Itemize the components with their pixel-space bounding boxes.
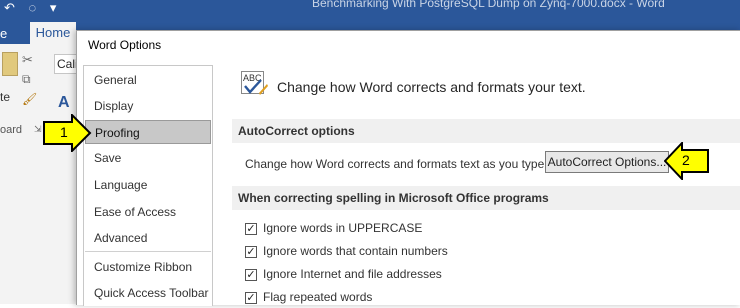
autocorrect-description: Change how Word corrects and formats tex… — [245, 157, 548, 171]
dialog-launcher-icon[interactable]: ⇲ — [34, 124, 42, 135]
sidebar-item-display[interactable]: Display — [85, 94, 211, 118]
autocorrect-section-header: AutoCorrect options — [232, 119, 740, 143]
font-color-icon[interactable]: A — [58, 94, 70, 112]
ignore-internet-checkbox[interactable]: ✓ — [245, 269, 257, 281]
proofing-content: ABC Change how Word corrects and formats… — [227, 65, 740, 305]
callout-1-arrow: 1 — [42, 112, 92, 154]
sidebar-divider — [85, 251, 211, 252]
sidebar-item-language[interactable]: Language — [85, 173, 211, 197]
tab-home[interactable]: Home — [30, 22, 76, 44]
spelling-section-header: When correcting spelling in Microsoft Of… — [232, 186, 740, 210]
dialog-title: Word Options — [88, 38, 162, 52]
spelling-abc-check-icon: ABC — [241, 71, 269, 97]
ribbon-clipboard-group: te ✂ ⧉ 🖌 oard ⇲ Cali A — [0, 44, 88, 304]
callout-1-number: 1 — [60, 124, 68, 140]
redo-icon[interactable]: ◌ — [29, 0, 37, 15]
sidebar-item-proofing[interactable]: Proofing — [85, 120, 211, 144]
word-title-bar: ↶ ◌ ▾ Benchmarking With PostgreSQL Dump … — [0, 0, 740, 22]
ignore-numbers-label[interactable]: Ignore words that contain numbers — [263, 244, 448, 258]
undo-icon[interactable]: ↶ — [4, 0, 15, 16]
copy-icon[interactable]: ⧉ — [22, 72, 31, 87]
flag-repeated-label[interactable]: Flag repeated words — [263, 290, 372, 304]
sidebar-item-save[interactable]: Save — [85, 146, 211, 170]
format-painter-icon[interactable]: 🖌 — [22, 92, 37, 106]
options-sidebar: General Display Proofing Save Language E… — [83, 65, 213, 306]
ignore-numbers-checkbox[interactable]: ✓ — [245, 246, 257, 258]
ignore-uppercase-label[interactable]: Ignore words in UPPERCASE — [263, 221, 422, 235]
customize-qat-icon[interactable]: ▾ — [50, 0, 57, 16]
paste-label[interactable]: te — [0, 90, 10, 104]
sidebar-item-quick-access-toolbar[interactable]: Quick Access Toolbar — [85, 281, 211, 305]
sidebar-item-general[interactable]: General — [85, 68, 211, 92]
ignore-internet-label[interactable]: Ignore Internet and file addresses — [263, 267, 442, 281]
proofing-header-text: Change how Word corrects and formats you… — [277, 79, 586, 95]
ignore-uppercase-checkbox[interactable]: ✓ — [245, 223, 257, 235]
quick-access-toolbar: ↶ ◌ ▾ — [4, 0, 66, 16]
cut-icon[interactable]: ✂ — [22, 52, 33, 68]
clipboard-group-label: oard — [0, 124, 23, 136]
tab-file[interactable]: e — [0, 26, 7, 41]
word-options-dialog: Word Options General Display Proofing Sa… — [76, 30, 740, 306]
document-title: Benchmarking With PostgreSQL Dump on Zyn… — [312, 0, 665, 10]
sidebar-item-customize-ribbon[interactable]: Customize Ribbon — [85, 255, 211, 279]
autocorrect-options-button[interactable]: AutoCorrect Options... — [545, 151, 669, 173]
callout-2-arrow: 2 — [663, 140, 710, 182]
flag-repeated-checkbox[interactable]: ✓ — [245, 292, 257, 304]
sidebar-item-ease-of-access[interactable]: Ease of Access — [85, 200, 211, 224]
callout-2-number: 2 — [682, 152, 690, 168]
paste-icon[interactable] — [2, 52, 18, 76]
sidebar-item-advanced[interactable]: Advanced — [85, 226, 211, 250]
